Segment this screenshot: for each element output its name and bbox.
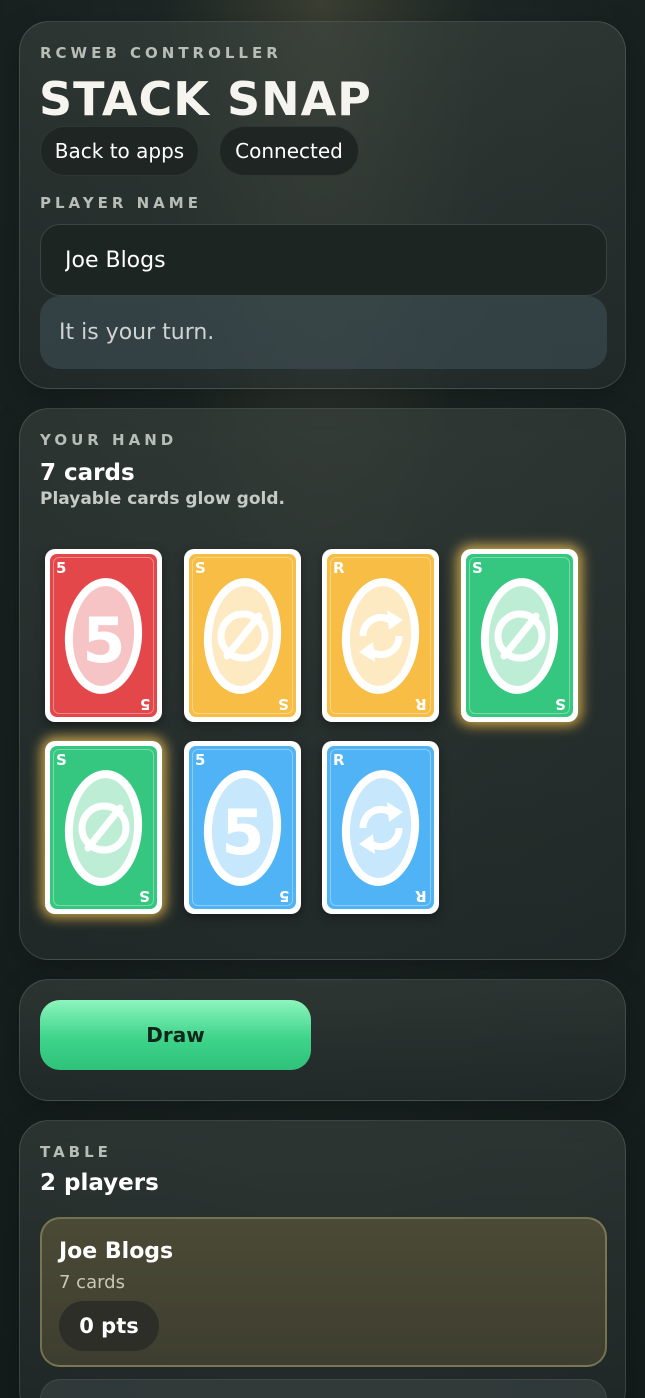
skip-icon <box>477 575 562 697</box>
card-face: SS <box>466 554 573 717</box>
number-5: 5 <box>61 575 146 697</box>
svg-text:5: 5 <box>221 796 264 868</box>
reverse-icon <box>338 767 423 889</box>
player-card <box>40 1379 607 1398</box>
hand-count: 7 cards <box>40 460 135 486</box>
card-corner-label: 5 <box>139 695 150 713</box>
back-to-apps-button[interactable]: Back to apps <box>40 126 199 176</box>
hand-card[interactable]: 5 5 5 <box>45 549 162 722</box>
card-corner-label: S <box>195 559 206 577</box>
player-name-label: PLAYER NAME <box>40 194 202 212</box>
card-corner-label: R <box>415 695 427 713</box>
hand-panel: YOUR HAND 7 cards Playable cards glow go… <box>19 408 626 960</box>
app-eyebrow: RCWEB CONTROLLER <box>40 44 282 62</box>
card-face: 5 5 5 <box>50 554 157 717</box>
draw-button[interactable]: Draw <box>40 1000 311 1070</box>
card-corner-label: 5 <box>278 887 289 905</box>
hand-card[interactable]: SS <box>45 741 162 914</box>
card-corner-label: 5 <box>56 559 67 577</box>
hand-eyebrow: YOUR HAND <box>40 431 178 449</box>
hand-card[interactable]: 5 5 5 <box>184 741 301 914</box>
card-corner-label: S <box>139 887 150 905</box>
connection-status-badge: Connected <box>219 126 359 176</box>
number-5: 5 <box>200 767 285 889</box>
card-face: RR <box>327 746 434 909</box>
hand-card[interactable]: SS <box>461 549 578 722</box>
actions-panel: Draw <box>19 979 626 1101</box>
card-face: 5 5 5 <box>189 746 296 909</box>
card-corner-label: R <box>333 559 345 577</box>
player-name-input[interactable] <box>40 224 607 296</box>
card-corner-label: S <box>472 559 483 577</box>
header-panel: RCWEB CONTROLLER STACK SNAP Back to apps… <box>19 21 626 389</box>
card-corner-label: S <box>56 751 67 769</box>
player-card-count: 7 cards <box>59 1272 125 1293</box>
card-corner-label: 5 <box>195 751 206 769</box>
hand-card[interactable]: SS <box>184 549 301 722</box>
card-corner-label: R <box>415 887 427 905</box>
player-name: Joe Blogs <box>59 1239 174 1264</box>
table-eyebrow: TABLE <box>40 1143 112 1161</box>
reverse-icon <box>338 575 423 697</box>
card-corner-label: S <box>278 695 289 713</box>
player-card: Joe Blogs 7 cards 0 pts <box>40 1217 607 1367</box>
skip-icon <box>61 767 146 889</box>
card-face: SS <box>189 554 296 717</box>
turn-status: It is your turn. <box>40 296 607 369</box>
card-corner-label: R <box>333 751 345 769</box>
hand-hint: Playable cards glow gold. <box>40 489 285 509</box>
hand-card[interactable]: RR <box>322 549 439 722</box>
table-panel: TABLE 2 players Joe Blogs 7 cards 0 pts <box>19 1120 626 1398</box>
card-face: RR <box>327 554 434 717</box>
table-player-count: 2 players <box>40 1170 159 1196</box>
player-points-badge: 0 pts <box>59 1301 159 1351</box>
app-title: STACK SNAP <box>39 72 372 126</box>
svg-text:5: 5 <box>82 604 125 676</box>
skip-icon <box>200 575 285 697</box>
hand-card[interactable]: RR <box>322 741 439 914</box>
card-face: SS <box>50 746 157 909</box>
card-corner-label: S <box>555 695 566 713</box>
